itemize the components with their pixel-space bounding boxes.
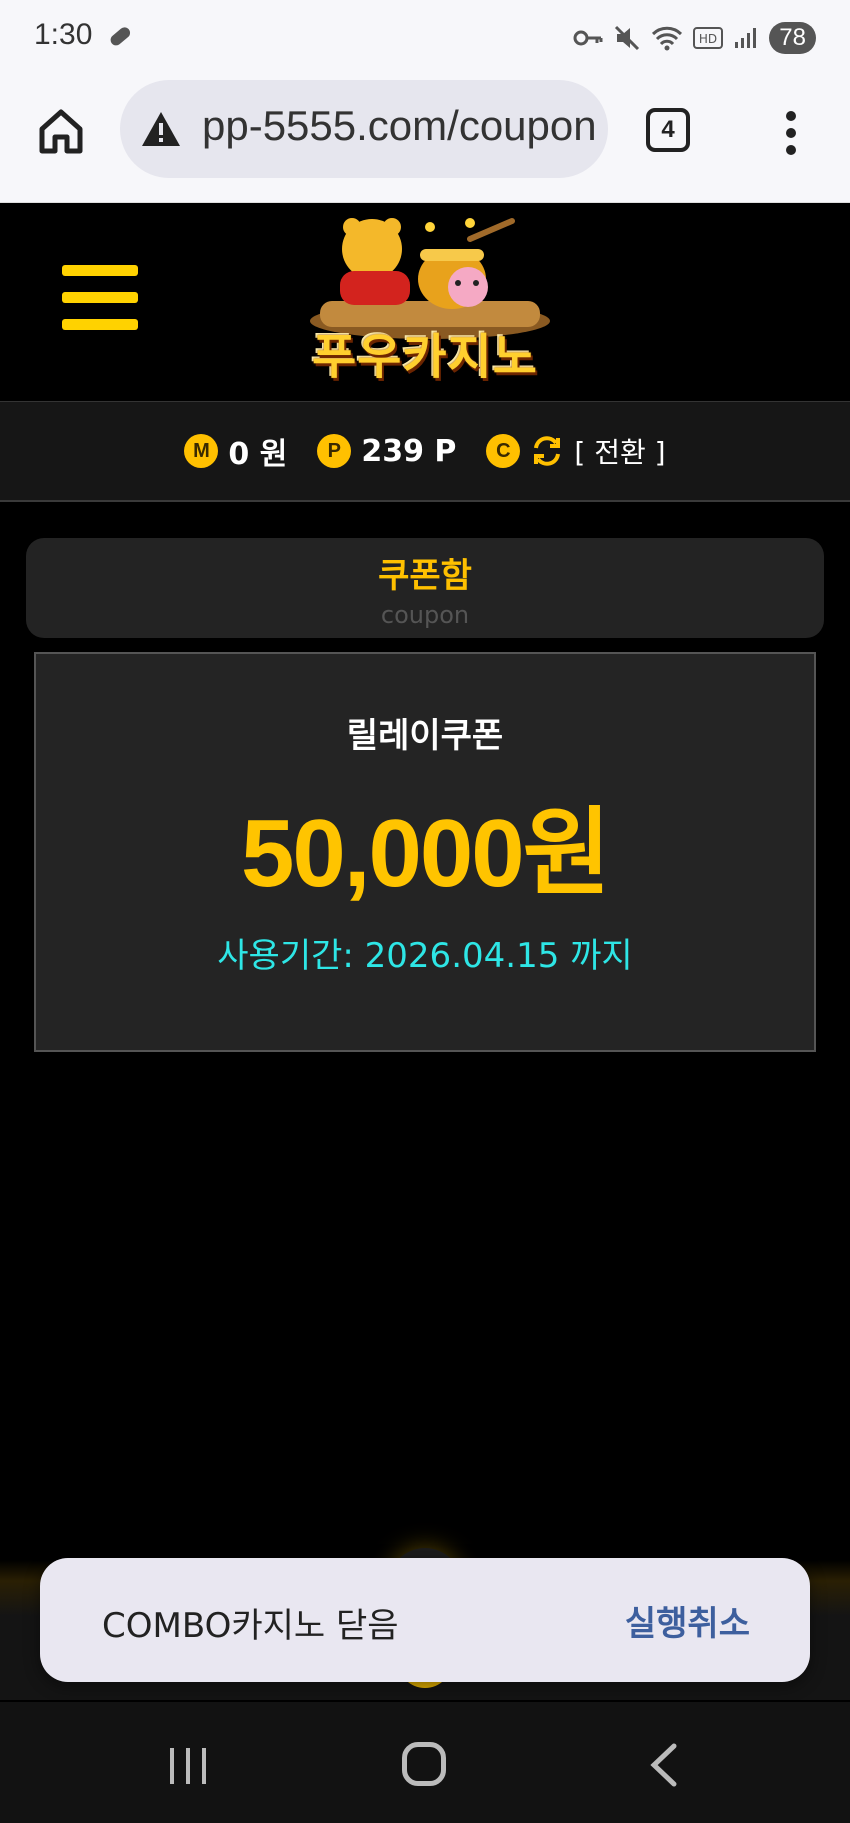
point-balance: 239 P [361,433,457,469]
pill-icon [110,27,131,46]
point-coin-icon: P [317,434,352,468]
back-icon[interactable] [646,1742,680,1788]
hamburger-menu-icon[interactable] [62,265,138,331]
coupon-card[interactable]: 릴레이쿠폰 50,000원 사용기간: 2026.04.15 까지 [34,652,816,1052]
browser-toolbar: pp-5555.com/coupon 4 [0,72,850,203]
balance-bar: M 0 원 P 239 P C [ 전환 ] [0,402,850,502]
site-logo[interactable]: 푸우카지노 [280,209,570,395]
coupon-section-header: 쿠폰함 coupon [26,538,824,638]
coupon-amount: 50,000원 [241,800,611,907]
status-icons: HD 78 [573,18,816,58]
money-coin-icon: M [184,434,219,468]
warning-icon[interactable] [140,110,182,148]
svg-text:HD: HD [699,32,717,46]
vpn-key-icon [573,30,603,46]
tab-switcher-icon[interactable]: 4 [646,108,690,152]
snackbar: COMBO카지노 닫음 실행취소 [40,1558,810,1682]
logo-text: 푸우카지노 [312,329,538,385]
mute-icon [615,25,640,51]
battery-badge: 78 [769,22,816,54]
coupon-section-subtitle: coupon [380,601,470,629]
url-text[interactable]: pp-5555.com/coupon [202,102,597,150]
coupon-expiry: 사용기간: 2026.04.15 까지 [217,936,633,976]
more-vert-icon[interactable] [776,108,806,158]
site-header: 푸우카지노 [0,203,850,403]
address-bar[interactable]: pp-5555.com/coupon [120,80,608,178]
hd-icon: HD [693,27,724,49]
money-balance: 0 원 [228,437,288,472]
status-time: 1:30 [34,18,93,51]
snackbar-message: COMBO카지노 닫음 [102,1606,399,1646]
status-bar: 1:30 HD 78 [0,0,850,72]
home-icon[interactable] [36,106,86,156]
convert-button[interactable]: [ 전환 ] [574,431,665,471]
coupon-section-title: 쿠폰함 [378,556,472,596]
system-home-icon[interactable] [402,1742,446,1786]
coupon-name: 릴레이쿠폰 [346,716,504,756]
system-nav-bar [0,1702,850,1823]
undo-button[interactable]: 실행취소 [625,1596,750,1645]
signal-icon [735,28,757,48]
recent-apps-icon[interactable] [166,1746,210,1786]
wifi-icon [652,26,683,51]
c-coin-icon: C [486,434,521,468]
refresh-icon[interactable] [530,434,564,468]
